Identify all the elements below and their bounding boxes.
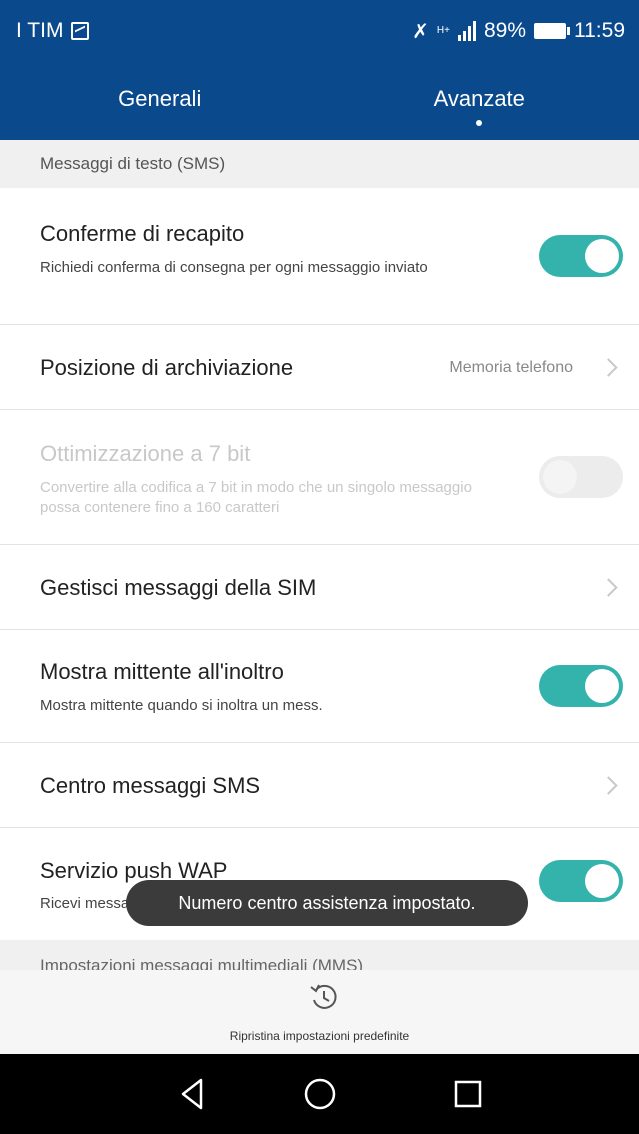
- battery-percent: 89%: [483, 19, 526, 42]
- section-header-sms: Messaggi di testo (SMS): [0, 140, 639, 188]
- toggle-knob: [585, 239, 619, 273]
- battery-icon: [534, 23, 570, 39]
- section-header-mms: Impostazioni messaggi multimediali (MMS): [0, 940, 639, 970]
- chevron-right-icon: [599, 578, 618, 597]
- toggle-knob: [585, 669, 619, 703]
- setting-manage-sim-messages[interactable]: Gestisci messaggi della SIM: [0, 545, 639, 630]
- setting-7bit-optimization: Ottimizzazione a 7 bit Convertire alla c…: [0, 410, 639, 545]
- tab-bar: Generali Avanzate: [0, 62, 639, 140]
- wap-push-toggle[interactable]: [539, 860, 623, 902]
- setting-sms-center[interactable]: Centro messaggi SMS: [0, 743, 639, 828]
- setting-delivery-reports[interactable]: Conferme di recapito Richiedi conferma d…: [0, 188, 639, 325]
- tab-label: Generali: [118, 86, 202, 111]
- storage-value: Memoria telefono: [449, 359, 573, 376]
- restore-defaults-label: Ripristina impostazioni predefinite: [229, 1029, 410, 1043]
- chevron-right-icon: [599, 358, 618, 377]
- restore-defaults-button[interactable]: Ripristina impostazioni predefinite: [0, 970, 639, 1054]
- setting-title: Posizione di archiviazione: [40, 355, 294, 380]
- show-sender-toggle[interactable]: [539, 665, 623, 707]
- setting-subtitle: Richiedi conferma di consegna per ogni m…: [40, 259, 428, 276]
- toggle-knob: [585, 864, 619, 898]
- tab-label: Avanzate: [433, 86, 525, 111]
- restore-icon: [310, 984, 337, 1009]
- carrier-name: I TIM: [16, 19, 64, 42]
- navigation-bar: [0, 1054, 639, 1134]
- network-type: H+: [436, 25, 450, 36]
- toast-message: Numero centro assistenza impostato.: [126, 880, 528, 926]
- signal-icon: [457, 21, 476, 41]
- active-tab-indicator: [476, 120, 483, 126]
- setting-title: Mostra mittente all'inoltro: [40, 659, 284, 684]
- back-icon[interactable]: [175, 1076, 211, 1112]
- section-header-mms-label: Impostazioni messaggi multimediali (MMS): [40, 956, 364, 970]
- clock: 11:59: [574, 19, 625, 42]
- chevron-right-icon: [599, 776, 618, 795]
- delivery-reports-toggle[interactable]: [539, 235, 623, 277]
- mute-icon: ✗: [412, 20, 429, 43]
- tab-avanzate[interactable]: Avanzate: [320, 62, 639, 140]
- setting-subtitle: Convertire alla codifica a 7 bit in modo…: [40, 479, 472, 516]
- setting-title: Ottimizzazione a 7 bit: [40, 441, 251, 466]
- setting-title: Conferme di recapito: [40, 221, 245, 246]
- gallery-notification-icon: [71, 22, 90, 40]
- status-bar: I TIM ✗ H+ 89% 11:59: [0, 0, 639, 62]
- 7bit-toggle: [539, 456, 623, 498]
- toggle-knob: [543, 460, 577, 494]
- setting-title: Gestisci messaggi della SIM: [40, 575, 317, 600]
- setting-title: Centro messaggi SMS: [40, 773, 261, 798]
- setting-storage-location[interactable]: Posizione di archiviazione Memoria telef…: [0, 325, 639, 410]
- tab-generali[interactable]: Generali: [0, 62, 320, 140]
- setting-subtitle: Mostra mittente quando si inoltra un mes…: [40, 697, 323, 714]
- recent-apps-icon[interactable]: [450, 1076, 486, 1112]
- setting-show-sender-forward[interactable]: Mostra mittente all'inoltro Mostra mitte…: [0, 630, 639, 743]
- home-icon[interactable]: [302, 1076, 338, 1112]
